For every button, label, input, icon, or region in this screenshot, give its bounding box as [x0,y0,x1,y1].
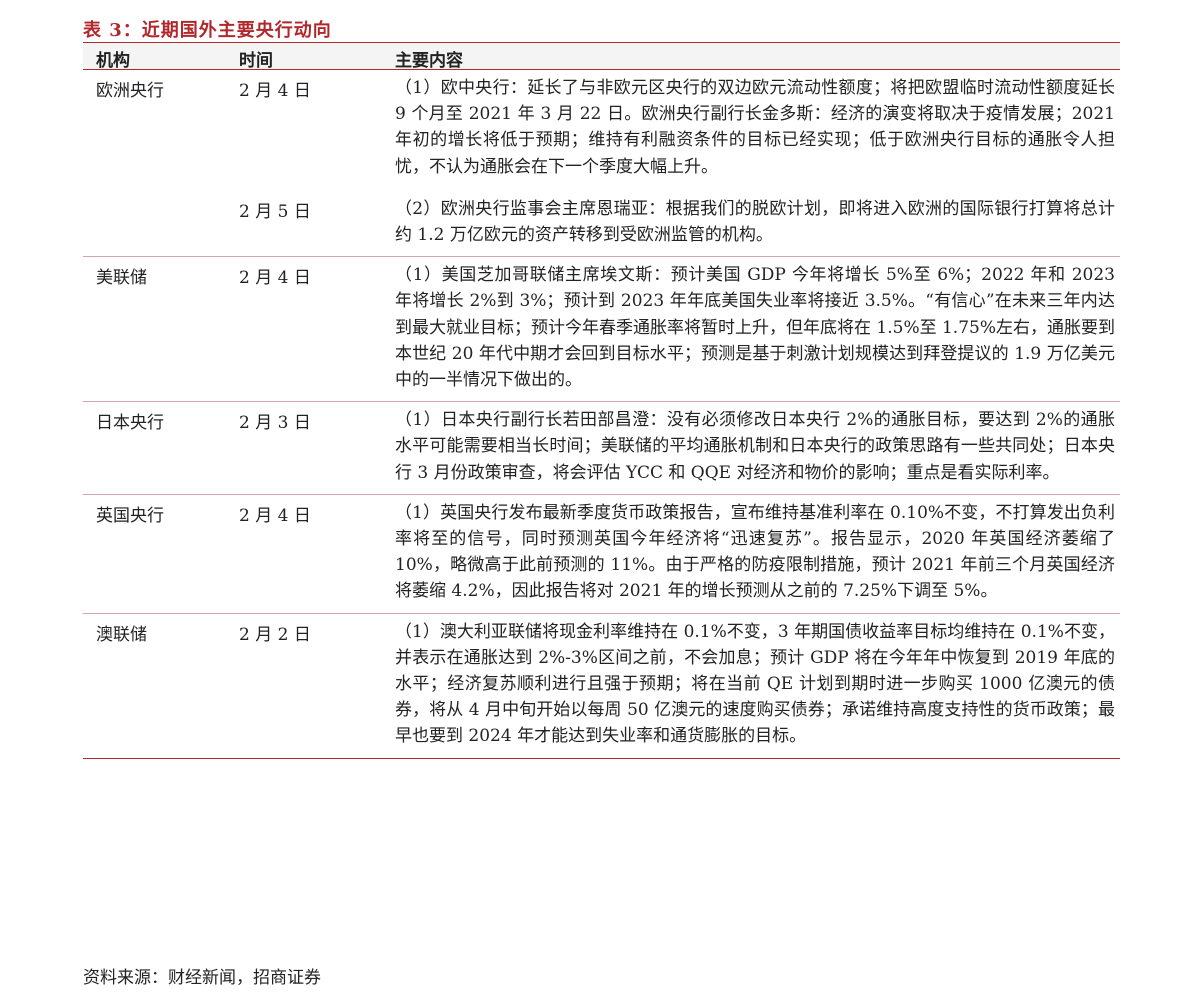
table-header: 机构 时间 主要内容 [83,42,1120,71]
date-cell: 2 月 5 日 [239,201,311,222]
central-bank-table: 机构 时间 主要内容 欧洲央行 2 月 4 日 （1）欧中央行：延长了与非欧元区… [83,42,1120,759]
table-title: 表 3：近期国外主要央行动向 [83,20,332,41]
date-cell: 2 月 4 日 [239,81,311,101]
entry: 2 月 4 日 （1）美国芝加哥联储主席埃文斯：预计美国 GDP 今年将增长 5… [83,257,1120,401]
table-row-rba: 澳联储 2 月 2 日 （1）澳大利亚联储将现金利率维持在 0.1%不变，3 年… [83,614,1120,759]
content-cell: （1）美国芝加哥联储主席埃文斯：预计美国 GDP 今年将增长 5%至 6%；20… [395,265,1115,391]
content-cell: （1）澳大利亚联储将现金利率维持在 0.1%不变，3 年期国债收益率目标均维持在… [395,621,1115,747]
entry: 2 月 4 日 （1）英国央行发布最新季度货币政策报告，宣布维持基准利率在 0.… [83,495,1120,613]
header-content: 主要内容 [395,51,463,71]
content-cell: （1）欧中央行：延长了与非欧元区央行的双边欧元流动性额度；将把欧盟临时流动性额度… [395,78,1115,177]
table-row-boe: 英国央行 2 月 4 日 （1）英国央行发布最新季度货币政策报告，宣布维持基准利… [83,495,1120,614]
content-cell: （2）欧洲央行监事会主席恩瑞亚：根据我们的脱欧计划，即将进入欧洲的国际银行打算将… [395,198,1115,246]
table-row-ecb: 欧洲央行 2 月 4 日 （1）欧中央行：延长了与非欧元区央行的双边欧元流动性额… [83,70,1120,258]
content-cell: （1）日本央行副行长若田部昌澄：没有必须修改日本央行 2%的通胀目标，要达到 2… [395,410,1115,483]
date-cell: 2 月 4 日 [239,268,311,289]
entry: 2 月 4 日 （1）欧中央行：延长了与非欧元区央行的双边欧元流动性额度；将把欧… [83,70,1120,188]
date-cell: 2 月 3 日 [239,413,311,434]
header-date: 时间 [239,51,273,71]
table-row-fed: 美联储 2 月 4 日 （1）美国芝加哥联储主席埃文斯：预计美国 GDP 今年将… [83,257,1120,403]
content-cell: （1）英国央行发布最新季度货币政策报告，宣布维持基准利率在 0.10%不变，不打… [395,502,1115,602]
table-row-boj: 日本央行 2 月 3 日 （1）日本央行副行长若田部昌澄：没有必须修改日本央行 … [83,402,1120,495]
date-cell: 2 月 4 日 [239,505,311,526]
source-note: 资料来源：财经新闻，招商证券 [83,968,321,988]
entry: 2 月 5 日 （2）欧洲央行监事会主席恩瑞亚：根据我们的脱欧计划，即将进入欧洲… [83,188,1120,256]
entry: 2 月 3 日 （1）日本央行副行长若田部昌澄：没有必须修改日本央行 2%的通胀… [83,402,1120,494]
header-institution: 机构 [96,51,130,71]
date-cell: 2 月 2 日 [239,624,311,645]
entry: 2 月 2 日 （1）澳大利亚联储将现金利率维持在 0.1%不变，3 年期国债收… [83,614,1120,758]
